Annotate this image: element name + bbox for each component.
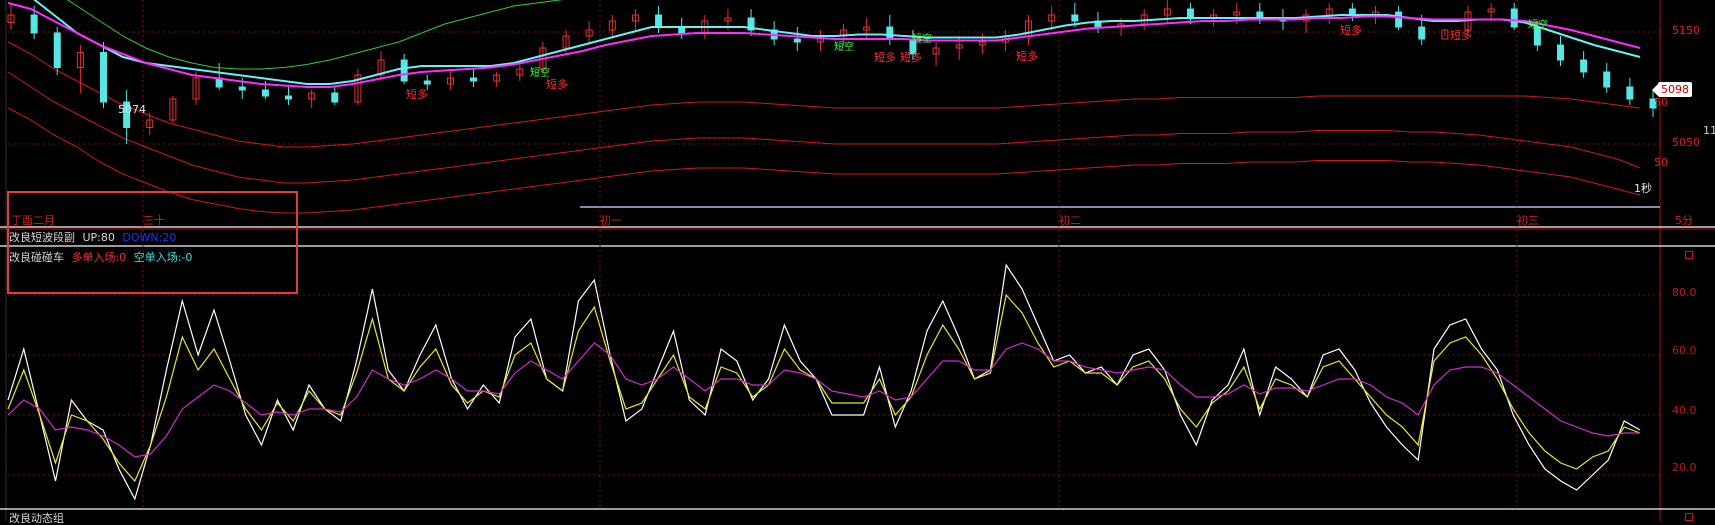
candle-body [1418,26,1426,40]
candle-body [331,92,339,103]
candle-body [1071,14,1079,22]
oscillator-line [7,293,1641,483]
candlesticks [7,0,1657,144]
signal-mark: 短空 [530,68,550,79]
candle-body [793,38,801,43]
oscillator-lines [7,263,1641,501]
candle-body [238,86,246,91]
candle-body [1186,8,1194,19]
candle-body [1556,44,1564,61]
y-tick-label-partial: 50 [1654,156,1668,169]
oscillator-line [7,263,1641,501]
signal-mark: 短多 [1340,24,1362,37]
candle-body [1603,71,1611,88]
chart-stage: 5150 5050 50 50 11 5098 5074 1秒 短多 短多 短多… [0,0,1715,525]
time-axis-label: 初一 [600,214,622,227]
osc-y-tick-label: 80.0 [1672,286,1697,299]
candle-body [886,26,894,40]
annotation-highlight-box [7,191,298,294]
low-price-annotation: 5074 [118,103,146,116]
signal-mark: 短多 [406,88,428,101]
y-tick-label: 5050 [1672,136,1700,149]
price-series-line [7,71,1641,184]
time-axis-label: 初二 [1059,214,1081,227]
candle-body [655,14,663,28]
candle-body [285,95,293,100]
candle-body [261,89,269,97]
y-tick-label-partial: 50 [1654,96,1668,109]
signal-mark: 短多 [900,51,922,64]
osc-y-tick-label: 60.0 [1672,344,1697,357]
signal-mark: 短多 [1016,50,1038,63]
bottom-panel-title[interactable]: 改良动态组 [9,512,64,525]
candle-body [53,32,61,68]
candle-body [423,80,431,85]
candle-body [1395,11,1403,28]
channel-lines [7,41,1641,214]
signal-mark: 短多 [874,51,896,64]
signal-mark: 短空 [912,34,932,45]
signal-mark: 短多 [1450,29,1472,42]
candle-body [1626,86,1634,100]
signal-mark: 短空 [1528,20,1548,31]
panel-maximize-icon[interactable] [1685,251,1693,259]
period-label: 5分 [1675,214,1693,227]
candle-body [1510,8,1518,28]
price-series-line [66,0,564,70]
panel-maximize-icon[interactable] [1685,513,1693,521]
candle-body [30,14,38,34]
y-tick-label: 5150 [1672,24,1700,37]
candle-body [470,77,478,82]
time-axis-label: 初三 [1517,214,1539,227]
timeframe-note: 1秒 [1634,182,1652,195]
oscillator-line [7,342,1640,458]
right-edge-label: 11 [1703,124,1715,137]
candle-body [1580,59,1588,73]
osc-y-tick-label: 20.0 [1672,461,1697,474]
candle-body [400,59,408,82]
current-price-tag: 5098 [1658,82,1692,97]
candle-body [100,52,108,103]
osc-y-tick-label: 40.0 [1672,404,1697,417]
signal-mark: 短空 [834,42,854,53]
